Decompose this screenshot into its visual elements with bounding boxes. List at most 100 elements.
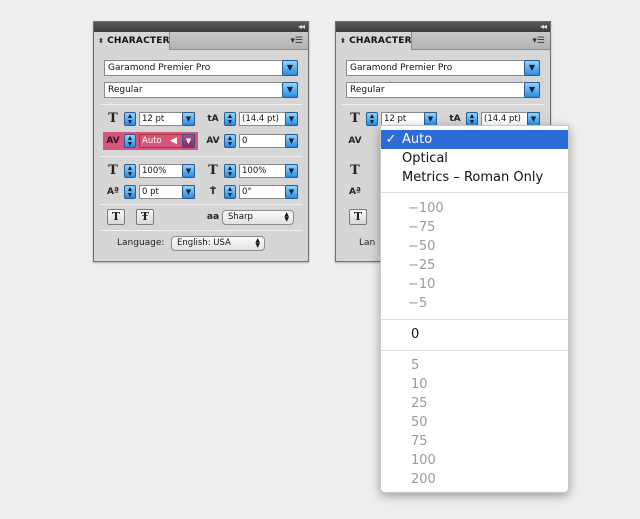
menu-item-label: −10 xyxy=(408,277,436,292)
menu-item-label: 5 xyxy=(411,358,420,373)
font-size-stepper[interactable]: ▲ ▼ xyxy=(124,112,136,126)
menu-item-positive[interactable]: 10 xyxy=(381,375,568,394)
panel-menu-icon[interactable]: ▾☰ xyxy=(290,35,303,45)
panel-collapse-bar[interactable]: ◂◂ xyxy=(336,22,550,32)
panel-menu-icon[interactable]: ▾☰ xyxy=(532,35,545,45)
language-label: Language: xyxy=(117,238,165,248)
panel-expand-icon[interactable]: ⬍ xyxy=(340,37,346,45)
divider xyxy=(100,204,302,205)
leading-value: (14.4 pt) xyxy=(484,114,521,124)
menu-item-negative[interactable]: −75 xyxy=(381,218,568,237)
tracking-stepper[interactable]: ▲ ▼ xyxy=(224,134,236,148)
menu-item-metrics-roman-only[interactable]: Metrics – Roman Only xyxy=(381,168,568,187)
rotation-stepper[interactable]: ▲ ▼ xyxy=(224,185,236,199)
menu-item-label: 75 xyxy=(411,434,428,449)
leading-stepper[interactable]: ▲ ▼ xyxy=(224,112,236,126)
vertical-scale-field[interactable]: 100% ▼ xyxy=(139,164,195,178)
menu-item-negative[interactable]: −100 xyxy=(381,199,568,218)
horizontal-scale-dropdown-button[interactable]: ▼ xyxy=(285,164,298,178)
tracking-value: 0 xyxy=(242,136,248,146)
menu-item-positive[interactable]: 200 xyxy=(381,470,568,489)
menu-item-optical[interactable]: Optical xyxy=(381,149,568,168)
menu-item-negative[interactable]: −25 xyxy=(381,256,568,275)
horizontal-scale-field[interactable]: 100% ▼ xyxy=(239,164,298,178)
font-style-select[interactable]: Regular ▼ xyxy=(104,82,298,98)
horizontal-scale-stepper[interactable]: ▲ ▼ xyxy=(224,164,236,178)
menu-item-positive[interactable]: 5 xyxy=(381,356,568,375)
menu-item-label: 200 xyxy=(411,472,436,487)
tab-character[interactable]: ⬍ CHARACTER xyxy=(94,32,170,50)
tracking-dropdown-button[interactable]: ▼ xyxy=(285,134,298,148)
antialias-select[interactable]: Sharp ▲ ▼ xyxy=(222,210,294,225)
font-family-select[interactable]: Garamond Premier Pro ▼ xyxy=(346,60,540,76)
vertical-scale-dropdown-button[interactable]: ▼ xyxy=(182,164,195,178)
font-style-select[interactable]: Regular ▼ xyxy=(346,82,540,98)
menu-item-positive[interactable]: 50 xyxy=(381,413,568,432)
font-family-dropdown-button[interactable]: ▼ xyxy=(282,60,298,76)
underline-button[interactable]: T xyxy=(107,209,125,225)
baseline-shift-dropdown-button[interactable]: ▼ xyxy=(182,185,195,199)
collapse-icon[interactable]: ◂◂ xyxy=(540,22,547,31)
strikethrough-button[interactable]: Ŧ xyxy=(136,209,154,225)
tab-character[interactable]: ⬍ CHARACTER xyxy=(336,32,412,50)
menu-separator xyxy=(381,192,568,193)
vertical-scale-stepper[interactable]: ▲ ▼ xyxy=(124,164,136,178)
menu-item-zero[interactable]: 0 xyxy=(381,325,568,344)
tracking-field[interactable]: 0 ▼ xyxy=(239,134,298,148)
rotation-dropdown-button[interactable]: ▼ xyxy=(285,185,298,199)
menu-item-negative[interactable]: −10 xyxy=(381,275,568,294)
font-size-field[interactable]: 12 pt ▼ xyxy=(381,112,437,126)
kerning-value: Auto xyxy=(142,136,162,146)
checkmark-icon: ✓ xyxy=(385,132,397,147)
leading-dropdown-button[interactable]: ▼ xyxy=(285,112,298,126)
vertical-scale-value: 100% xyxy=(142,166,167,176)
font-size-icon: T xyxy=(350,111,360,126)
kerning-stepper[interactable]: ▲ ▼ xyxy=(124,134,136,148)
panel-expand-icon[interactable]: ⬍ xyxy=(98,37,104,45)
font-size-icon: T xyxy=(108,111,118,126)
font-size-dropdown-button[interactable]: ▼ xyxy=(424,112,437,126)
leading-stepper[interactable]: ▲ ▼ xyxy=(466,112,478,126)
divider xyxy=(342,104,544,105)
leading-dropdown-button[interactable]: ▼ xyxy=(527,112,540,126)
menu-item-auto[interactable]: ✓ Auto xyxy=(381,130,568,149)
panel-tab-row: ⬍ CHARACTER ▾☰ xyxy=(94,32,308,50)
language-select[interactable]: English: USA ▲ ▼ xyxy=(171,236,265,251)
menu-item-positive[interactable]: 75 xyxy=(381,432,568,451)
font-style-dropdown-button[interactable]: ▼ xyxy=(282,82,298,98)
baseline-shift-icon: Aª xyxy=(348,187,362,197)
leading-field[interactable]: (14.4 pt) ▼ xyxy=(239,112,298,126)
panel-collapse-bar[interactable]: ◂◂ xyxy=(94,22,308,32)
font-family-dropdown-button[interactable]: ▼ xyxy=(524,60,540,76)
font-size-dropdown-button[interactable]: ▼ xyxy=(182,112,195,126)
collapse-icon[interactable]: ◂◂ xyxy=(298,22,305,31)
font-style-value: Regular xyxy=(350,85,385,95)
font-family-value: Garamond Premier Pro xyxy=(108,63,211,73)
underline-button[interactable]: T xyxy=(349,209,367,225)
vertical-scale-icon: T xyxy=(108,163,118,178)
menu-item-label: 25 xyxy=(411,396,428,411)
font-size-stepper[interactable]: ▲ ▼ xyxy=(366,112,378,126)
rotation-field[interactable]: 0° ▼ xyxy=(239,185,298,199)
font-size-value: 12 pt xyxy=(384,114,407,124)
kerning-dropdown-button[interactable]: ▼ xyxy=(182,134,195,148)
language-value: English: USA xyxy=(177,238,231,248)
kerning-icon: AV xyxy=(348,136,362,146)
menu-item-negative[interactable]: −5 xyxy=(381,294,568,313)
baseline-shift-field[interactable]: 0 pt ▼ xyxy=(139,185,195,199)
tab-character-label: CHARACTER xyxy=(107,36,170,46)
font-family-select[interactable]: Garamond Premier Pro ▼ xyxy=(104,60,298,76)
menu-item-positive[interactable]: 25 xyxy=(381,394,568,413)
baseline-shift-stepper[interactable]: ▲ ▼ xyxy=(124,185,136,199)
baseline-shift-icon: Aª xyxy=(106,187,120,197)
menu-item-positive[interactable]: 100 xyxy=(381,451,568,470)
language-label: Lan xyxy=(359,238,376,248)
menu-item-negative[interactable]: −50 xyxy=(381,237,568,256)
font-style-dropdown-button[interactable]: ▼ xyxy=(524,82,540,98)
tracking-icon: AV xyxy=(206,136,220,146)
kerning-field[interactable]: Auto ◀ ▼ xyxy=(139,134,195,148)
divider xyxy=(100,156,302,157)
font-size-field[interactable]: 12 pt ▼ xyxy=(139,112,195,126)
leading-field[interactable]: (14.4 pt) ▼ xyxy=(481,112,540,126)
antialias-icon: aa xyxy=(206,212,220,222)
